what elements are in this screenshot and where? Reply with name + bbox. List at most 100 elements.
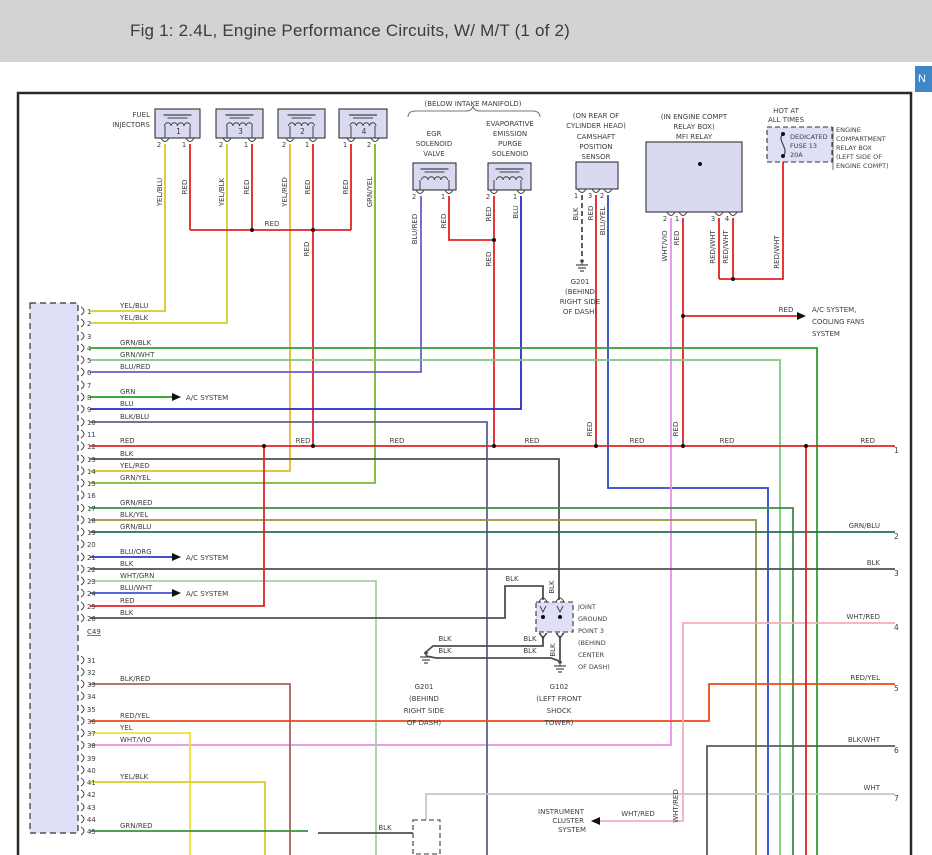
wire-label: RED/YEL bbox=[120, 712, 150, 720]
pin-hook-icon bbox=[80, 667, 85, 677]
caption: RIGHT SIDE bbox=[404, 707, 444, 715]
pin-number: 35 bbox=[87, 706, 96, 714]
wire-label: BLK/RED bbox=[120, 675, 150, 683]
pin-number: 16 bbox=[87, 492, 96, 500]
pin-number: 4 bbox=[725, 215, 729, 223]
caption: RED/YEL bbox=[850, 674, 880, 682]
pin-hook-icon bbox=[80, 392, 85, 402]
pin-number: 1 bbox=[513, 193, 517, 201]
pin-hook-icon bbox=[555, 597, 565, 603]
pin-number: 25 bbox=[87, 603, 96, 611]
junction-dot bbox=[311, 228, 315, 232]
caption: ALL TIMES bbox=[768, 116, 805, 124]
caption: OF DASH) bbox=[407, 719, 442, 727]
wire-label: RED bbox=[342, 180, 350, 195]
caption: COMPARTMENT bbox=[836, 135, 886, 143]
wire-label: BLK bbox=[120, 450, 134, 458]
junction-dot bbox=[681, 444, 685, 448]
wire-label: RED bbox=[587, 206, 595, 221]
caption: SOLENOID bbox=[416, 140, 452, 148]
caption: A/C SYSTEM bbox=[186, 590, 228, 598]
wire-label: BLU/WHT bbox=[120, 584, 153, 592]
caption: 1 bbox=[894, 446, 899, 455]
wire-label: GRN/WHT bbox=[120, 351, 155, 359]
pin-hook-icon bbox=[80, 404, 85, 414]
wire-label: RED bbox=[303, 242, 311, 257]
pin-hook-icon bbox=[80, 826, 85, 836]
pin-hook-icon bbox=[80, 466, 85, 476]
pin-number: 2 bbox=[157, 141, 161, 149]
lower-connector bbox=[412, 819, 441, 855]
pin-number: 32 bbox=[87, 669, 96, 677]
caption: TOWER) bbox=[544, 719, 574, 727]
junction-dot bbox=[262, 444, 266, 448]
pin-number: 36 bbox=[87, 718, 96, 726]
mfi-relay bbox=[645, 141, 743, 213]
wire-label: GRN/YEL bbox=[120, 474, 151, 482]
wire-label: YEL/RED bbox=[281, 177, 289, 208]
wire-yel-blk bbox=[90, 781, 266, 855]
pin-number: 3 bbox=[711, 215, 715, 223]
caption: ENGINE bbox=[836, 126, 861, 134]
pin-number: 23 bbox=[87, 578, 96, 586]
wire-label: BLK bbox=[549, 643, 557, 657]
pin-number: 34 bbox=[87, 693, 96, 701]
pin-number: 19 bbox=[87, 529, 96, 537]
pin-hook-icon bbox=[80, 367, 85, 377]
caption: EGR bbox=[427, 130, 442, 138]
caption: EVAPORATIVE bbox=[486, 120, 534, 128]
caption: SHOCK bbox=[547, 707, 572, 715]
pin-number: 1 bbox=[675, 215, 679, 223]
caption: (ON REAR OF bbox=[573, 112, 619, 120]
caption: 2 bbox=[894, 532, 899, 541]
injector-number: 1 bbox=[176, 127, 181, 136]
wire-blu bbox=[90, 196, 522, 410]
caption: CYLINDER HEAD) bbox=[566, 122, 626, 130]
wire-label: RED bbox=[120, 597, 135, 605]
pin-hook-icon bbox=[80, 814, 85, 824]
pin-number: 3 bbox=[87, 333, 91, 341]
pin-number: 10 bbox=[87, 419, 96, 427]
pin-number: 1 bbox=[441, 193, 445, 201]
wire-label: BLK bbox=[548, 580, 556, 594]
caption: INJECTORS bbox=[112, 121, 150, 129]
wire-wht bbox=[425, 793, 895, 820]
pin-hook-icon bbox=[80, 454, 85, 464]
caption: WHT/RED bbox=[621, 810, 655, 818]
pin-hook-icon bbox=[80, 716, 85, 726]
wire-label: YEL/BLK bbox=[119, 773, 149, 781]
pin-hook-icon bbox=[80, 613, 85, 623]
caption: WHT bbox=[864, 784, 881, 792]
pin-number: 37 bbox=[87, 730, 96, 738]
caption: HOT AT bbox=[773, 107, 800, 115]
pin-number: 5 bbox=[87, 357, 91, 365]
caption: SOLENOID bbox=[492, 150, 528, 158]
caption: 7 bbox=[894, 794, 899, 803]
pin-number: 2 bbox=[282, 141, 286, 149]
pin-number: 8 bbox=[87, 394, 91, 402]
caption: BLK/WHT bbox=[848, 736, 881, 744]
caption: (BEHIND bbox=[578, 639, 606, 647]
pin-number: 11 bbox=[87, 431, 96, 439]
caption: RED bbox=[720, 437, 735, 445]
caption: WHT/RED bbox=[847, 613, 881, 621]
pin-number: 31 bbox=[87, 657, 96, 665]
pin-hook-icon bbox=[80, 478, 85, 488]
caption: RED bbox=[265, 220, 280, 228]
caption: A/C SYSTEM, bbox=[812, 306, 856, 314]
flow-arrow-icon bbox=[172, 393, 181, 401]
pin-number: 40 bbox=[87, 767, 96, 775]
pin-number: 1 bbox=[574, 192, 578, 200]
wire-grn-blk bbox=[90, 347, 818, 855]
pin-number: 44 bbox=[87, 816, 96, 824]
wire-label: BLK/YEL bbox=[120, 511, 148, 519]
caption: RED bbox=[390, 437, 405, 445]
wire-blk bbox=[90, 585, 544, 619]
caption: RED bbox=[779, 306, 794, 314]
caption: GRN/BLU bbox=[849, 522, 880, 530]
caption: 20A bbox=[790, 151, 803, 159]
wire-label: BLK bbox=[120, 560, 134, 568]
camshaft-position-sensor-box bbox=[575, 161, 619, 190]
junction-dot bbox=[698, 162, 702, 166]
pin-hook-icon bbox=[80, 552, 85, 562]
